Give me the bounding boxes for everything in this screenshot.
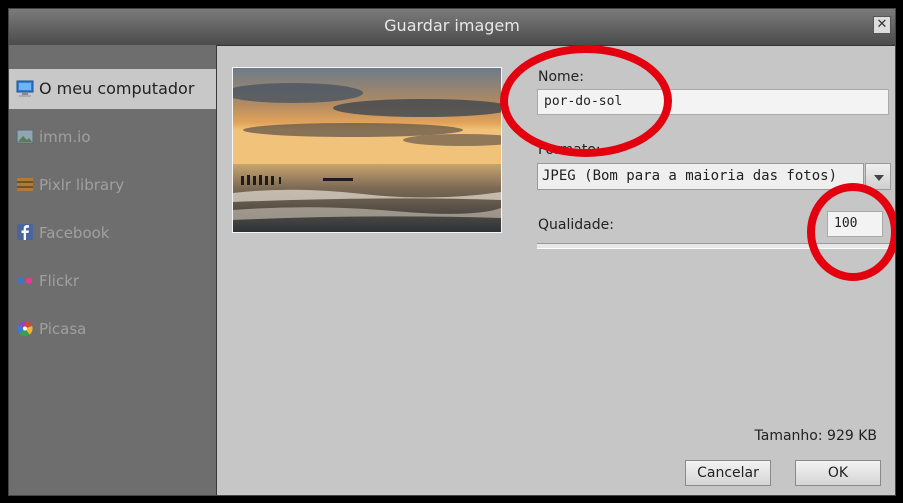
- chevron-down-icon[interactable]: [865, 163, 891, 190]
- sidebar-item-label: Pixlr library: [39, 176, 125, 194]
- library-icon: [17, 178, 33, 191]
- sidebar-item-imm-io[interactable]: imm.io: [9, 117, 216, 157]
- name-label: Nome:: [538, 69, 585, 85]
- format-select[interactable]: JPEG (Bom para a maioria das fotos): [537, 163, 864, 190]
- ok-button[interactable]: OK: [795, 460, 881, 486]
- quality-slider[interactable]: [537, 243, 889, 249]
- picasa-icon: [17, 320, 33, 337]
- sidebar-item-facebook[interactable]: Facebook: [9, 213, 216, 253]
- format-label: Formato:: [538, 142, 601, 158]
- dialog-titlebar[interactable]: Guardar imagem ✕: [9, 9, 895, 46]
- save-image-dialog: Guardar imagem ✕ O meu computador imm.io: [8, 8, 896, 496]
- facebook-icon: [17, 224, 33, 240]
- sunset-preview-image: [233, 68, 501, 232]
- name-input[interactable]: por-do-sol: [537, 89, 889, 115]
- sidebar-item-label: Flickr: [39, 272, 80, 290]
- close-button[interactable]: ✕: [873, 16, 891, 34]
- sidebar-item-picasa[interactable]: Picasa: [9, 309, 216, 349]
- quality-input[interactable]: 100: [827, 211, 883, 237]
- image-preview: [232, 67, 502, 233]
- quality-label: Qualidade:: [538, 217, 614, 233]
- sidebar-item-label: Picasa: [39, 320, 87, 338]
- sidebar-item-label: imm.io: [39, 128, 91, 146]
- sidebar-item-flickr[interactable]: Flickr: [9, 261, 216, 301]
- file-size-text: Tamanho: 929 KB: [754, 428, 877, 444]
- sidebar-item-label: Facebook: [39, 224, 110, 242]
- computer-icon: [16, 80, 34, 97]
- flickr-icon: [17, 277, 33, 284]
- cancel-button[interactable]: Cancelar: [685, 460, 771, 486]
- sidebar-item-pixlr-library[interactable]: Pixlr library: [9, 165, 216, 205]
- dialog-title: Guardar imagem: [384, 16, 520, 35]
- image-icon: [16, 129, 34, 144]
- sidebar-item-label: O meu computador: [39, 79, 195, 98]
- save-destination-sidebar: O meu computador imm.io Pixlr library Fa…: [9, 45, 217, 495]
- sidebar-item-my-computer[interactable]: O meu computador: [9, 69, 216, 109]
